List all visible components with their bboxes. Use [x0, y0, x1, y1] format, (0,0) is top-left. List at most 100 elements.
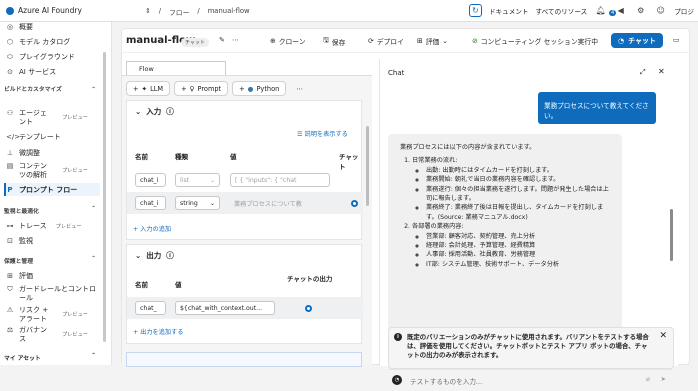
expand-icon[interactable]: ⇕: [145, 7, 151, 17]
clone-label: クローン: [278, 38, 306, 46]
chevron-down-icon: ⌄: [209, 177, 215, 184]
tool-label: Python: [256, 84, 280, 93]
panel-toggle-icon[interactable]: ▭: [673, 36, 679, 44]
monitor-icon: ⊡: [7, 237, 13, 245]
attach-icon[interactable]: ⌀: [646, 375, 650, 383]
input-value-field[interactable]: [ { "inputs": { "chat: [230, 173, 330, 187]
type-value: string: [180, 200, 198, 207]
docs-link[interactable]: ドキュメント: [489, 6, 529, 16]
user-message: 業務プロセスについて教えてください。: [538, 92, 656, 124]
project-menu[interactable]: プロジ: [674, 6, 694, 16]
sidebar-item-overview[interactable]: ◎ 概要: [6, 22, 33, 32]
input-section-header[interactable]: ⌄ 入力 ⓘ: [135, 106, 174, 117]
more-tools-icon[interactable]: ⋯: [290, 81, 309, 96]
add-python-button[interactable]: + ● Python: [232, 81, 287, 96]
value-text: 業務プロセスについて教: [234, 201, 302, 208]
sidebar-label: 監視: [19, 237, 33, 245]
input-value-field[interactable]: 業務プロセスについて教: [230, 196, 330, 210]
refresh-icon[interactable]: ↻: [468, 4, 482, 17]
sidebar-label: ガードレールとコントロール: [19, 285, 96, 302]
section-label: ビルドとカスタマイズ: [4, 87, 62, 93]
sidebar-item-finetune[interactable]: ⊥ 微調整: [6, 148, 40, 158]
evaluate-button[interactable]: ⊞ 評価 ⌄: [417, 36, 448, 46]
list-item: IT部: システム管理、技術サポート、データ分析: [426, 260, 610, 269]
chat-output-radio[interactable]: [305, 305, 312, 312]
sidebar-item-ai-services[interactable]: ⊙ AI サービス: [6, 67, 56, 77]
tab-flow[interactable]: Flow: [126, 61, 226, 75]
sidebar-section-protect[interactable]: 保護と管理 ⌃: [4, 256, 96, 265]
deploy-icon: ⟳: [368, 37, 374, 45]
sidebar-label: コンテンツの解析: [19, 162, 47, 179]
code-icon: </>: [6, 133, 21, 141]
output-name-field[interactable]: chat_: [135, 301, 166, 315]
sidebar-item-monitor[interactable]: ⊡ 監視: [6, 236, 33, 246]
chat-input[interactable]: ◔ テストするものを入力... ⌀ ➤: [388, 369, 672, 391]
input-name-field[interactable]: chat_i: [135, 173, 166, 187]
chat-scrollbar[interactable]: [670, 209, 673, 261]
sidebar-scrollbar[interactable]: [103, 52, 106, 342]
sidebar-label: テンプレート: [19, 133, 61, 141]
compute-session-button[interactable]: ⊘ コンピューティング セッション実行中: [472, 36, 598, 46]
sidebar-section-eval[interactable]: 監視と最適化 ⌃: [4, 206, 96, 215]
clone-button[interactable]: ⊕ クローン: [270, 36, 306, 46]
sidebar-item-guardrails[interactable]: ⛉ ガードレールとコントロール: [6, 285, 101, 303]
plus-icon: +: [181, 84, 187, 93]
more-icon[interactable]: ⋯: [232, 36, 239, 44]
preview-tag: プレビュー: [62, 168, 88, 174]
tool-label: Prompt: [197, 84, 222, 93]
deploy-button[interactable]: ⟳ デプロイ: [368, 36, 404, 46]
input-type-select[interactable]: string ⌄: [175, 196, 220, 210]
add-llm-button[interactable]: + ✦ LLM: [126, 81, 171, 96]
breadcrumb-flow-name[interactable]: manual-flow: [208, 7, 250, 17]
sidebar-item-catalog[interactable]: ⬡ モデル カタログ: [6, 37, 70, 47]
sidebar-item-evaluate[interactable]: ⊞ 評価: [6, 271, 33, 281]
close-icon[interactable]: ✕: [658, 67, 665, 76]
evaluate-label: 評価: [425, 38, 440, 46]
chat-input-radio[interactable]: [351, 200, 358, 207]
sidebar-item-content[interactable]: ▤ コンテンツの解析 プレビュー: [6, 162, 88, 180]
sidebar-label: AI サービス: [19, 68, 57, 76]
expand-icon[interactable]: ⤢: [640, 68, 646, 77]
edit-icon[interactable]: ✎: [219, 36, 225, 44]
sidebar-section-build[interactable]: ビルドとカスタマイズ ⌃: [4, 87, 96, 94]
all-resources-link[interactable]: すべてのリソース: [536, 6, 588, 16]
sidebar-item-playground[interactable]: ⬭ プレイグラウンド: [6, 52, 75, 62]
column-header-type: 種類: [175, 153, 188, 161]
bell-icon[interactable]: 🔔︎: [594, 4, 607, 17]
breadcrumb-flows[interactable]: フロー: [169, 7, 189, 17]
sidebar-section-assets[interactable]: マイ アセット ⌃: [4, 353, 96, 362]
output-section-header[interactable]: ⌄ 出力 ⓘ: [135, 250, 174, 261]
list-item: 営業部: 顧客対応、契約管理、売上分析: [426, 232, 610, 241]
sidebar-item-templates[interactable]: </> テンプレート: [6, 132, 61, 142]
input-type-select[interactable]: list ⌄: [175, 173, 220, 187]
gear-icon[interactable]: ⚙: [634, 4, 647, 17]
value-text: [ { "inputs": { "chat: [235, 177, 297, 184]
plus-icon: +: [239, 84, 245, 93]
send-icon[interactable]: ➤: [660, 375, 666, 383]
add-prompt-button[interactable]: + ♀ Prompt: [174, 81, 229, 96]
close-icon[interactable]: ✕: [659, 332, 667, 341]
input-name-field[interactable]: chat_i: [135, 196, 166, 210]
sidebar-item-promptflow[interactable]: P プロンプト フロー: [6, 185, 77, 195]
show-description-link[interactable]: ☰ 説明を表示する: [297, 129, 348, 138]
list-item: 業務遂行: 個々の担当業務を遂行します。問題が発生した場合は上司に報告します。: [426, 185, 610, 204]
panel-scrollbar[interactable]: [366, 126, 369, 206]
brand[interactable]: Azure AI Foundry: [6, 6, 82, 15]
megaphone-icon[interactable]: ◀: [614, 4, 627, 17]
output-value-field[interactable]: ${chat_with_context.out...: [175, 301, 275, 315]
chevron-up-icon: ⌃: [91, 206, 96, 212]
sidebar-item-trace[interactable]: ⊶ トレース プレビュー: [6, 221, 82, 231]
add-output-link[interactable]: + 出力を追加する: [133, 327, 183, 336]
column-header-name: 名前: [135, 153, 148, 161]
llm-icon: ✦: [141, 84, 148, 93]
sidebar-item-risk[interactable]: ⚠ リスク + アラート プレビュー: [6, 306, 88, 324]
list-item: 業務終了: 業務終了後は日報を提出し、タイムカードを打刻します。(Source:…: [426, 203, 610, 222]
add-input-link[interactable]: + 入力の追加: [133, 224, 171, 233]
smiley-icon[interactable]: ☺: [654, 4, 667, 17]
sidebar-item-governance[interactable]: ⚖ ガバナンス プレビュー: [6, 326, 88, 344]
chat-button[interactable]: ◔ チャット: [611, 33, 664, 48]
save-button[interactable]: 🖫︎ 保存: [323, 36, 345, 47]
notice-text: 既定のバリエーションのみがチャットに使用されます。バリアントをテストする場合は、…: [407, 333, 649, 359]
section-label: 保護と管理: [4, 259, 33, 265]
sidebar-item-agents[interactable]: ⚇ エージェント プレビュー: [6, 109, 88, 127]
